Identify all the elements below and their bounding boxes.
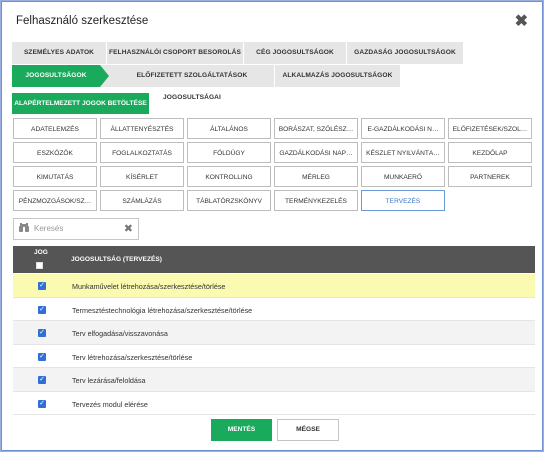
permission-checkbox[interactable]: ✓ bbox=[38, 399, 46, 408]
module-button[interactable]: Adatelemzés bbox=[13, 118, 97, 139]
module-button[interactable]: Eszközök bbox=[13, 142, 97, 163]
permission-label: Terv elfogadása/visszavonása bbox=[72, 329, 168, 338]
load-default-permissions-button[interactable]: Alapértelmezett jogok betöltése bbox=[12, 93, 149, 114]
module-button[interactable]: Gazdálkodási nap… bbox=[274, 142, 358, 163]
module-button[interactable]: Számlázás bbox=[100, 190, 184, 211]
permission-label: Munkaművelet létrehozása/szerkesztése/tö… bbox=[72, 282, 226, 291]
module-button[interactable]: Táblatörzskönyv bbox=[187, 190, 271, 211]
permission-label: Termesztéstechnológia létrehozása/szerke… bbox=[72, 305, 253, 315]
permission-checkbox[interactable]: ✓ bbox=[38, 329, 46, 337]
module-button[interactable]: Borászat, szőlész… bbox=[274, 118, 358, 139]
permission-label: Terv lezárása/feloldása bbox=[72, 376, 146, 385]
module-button-selected[interactable]: Tervezés bbox=[361, 190, 445, 211]
dialog-title: Felhasználó szerkesztése bbox=[16, 15, 149, 27]
save-button[interactable]: Mentés bbox=[211, 419, 272, 441]
tab-permissions[interactable]: Jogosultságok bbox=[12, 65, 109, 87]
table-row: ✓ Termesztéstechnológia létrehozása/szer… bbox=[13, 297, 535, 321]
tab-row-secondary: Jogosultságok Előfizetett szolgáltatások… bbox=[12, 65, 401, 101]
tab-subscribed-services[interactable]: Előfizetett szolgáltatások jogosultságai bbox=[101, 65, 275, 101]
module-button[interactable]: Mérleg bbox=[274, 166, 358, 187]
module-button[interactable]: Készlet nyilvántа… bbox=[361, 142, 445, 163]
cancel-button[interactable]: Mégse bbox=[277, 419, 339, 441]
module-button[interactable]: Munkaerő bbox=[361, 166, 445, 187]
table-row: ✓ Tervezés modul elérése bbox=[13, 391, 535, 415]
search-input[interactable]: Keresés bbox=[34, 224, 63, 233]
module-button[interactable]: E-gazdálkodási n… bbox=[361, 118, 445, 139]
module-button[interactable]: Kimutatás bbox=[13, 166, 97, 187]
permission-checkbox[interactable]: ✓ bbox=[38, 352, 46, 361]
table-row: ✓ Terv lezárása/feloldása bbox=[13, 368, 535, 392]
tab-company-permissions[interactable]: Cég jogosultságok bbox=[244, 42, 347, 64]
module-button[interactable]: Földügy bbox=[187, 142, 271, 163]
search-field[interactable]: Keresés ✖ bbox=[13, 218, 139, 240]
column-permission-header: Jogosultság (Tervezés) bbox=[71, 256, 162, 263]
table-row: ✓ Terv elfogadása/visszavonása bbox=[13, 321, 535, 345]
module-button[interactable]: Kezdőlap bbox=[448, 142, 532, 163]
module-button[interactable]: Foglalkoztatás bbox=[100, 142, 184, 163]
clear-search-icon[interactable]: ✖ bbox=[124, 222, 133, 235]
module-button[interactable]: Állattenyésztés bbox=[100, 118, 184, 139]
module-button[interactable]: Kísérlet bbox=[100, 166, 184, 187]
module-button[interactable]: Kontrolling bbox=[187, 166, 271, 187]
tab-user-group[interactable]: Felhasználói csoport besorolás bbox=[107, 42, 244, 64]
module-grid: Adatelemzés Állattenyésztés Általános Bo… bbox=[13, 118, 535, 211]
module-button[interactable]: Előfizetések/szol… bbox=[448, 118, 532, 139]
module-button[interactable]: Pénzmozgások/sz… bbox=[13, 190, 97, 211]
table-row: ✓ Munkaművelet létrehozása/szerkesztése/… bbox=[13, 274, 535, 298]
permission-label: Terv létrehozása/szerkesztése/törlése bbox=[72, 352, 193, 362]
select-all-checkbox[interactable] bbox=[36, 262, 43, 269]
binoculars-icon bbox=[19, 223, 29, 235]
module-button[interactable]: Terménykezelés bbox=[274, 190, 358, 211]
permission-label: Tervezés modul elérése bbox=[72, 399, 148, 409]
tab-application-permissions[interactable]: Alkalmazás jogosultságok bbox=[275, 65, 401, 87]
edit-user-dialog: Felhasználó szerkesztése ✖ Személyes ada… bbox=[1, 1, 543, 451]
column-jog-header: JOG bbox=[34, 249, 48, 256]
permissions-table-header: JOG Jogosultság (Tervezés) bbox=[13, 246, 535, 273]
tab-row-primary: Személyes adatok Felhasználói csoport be… bbox=[12, 42, 464, 64]
permission-checkbox[interactable]: ✓ bbox=[38, 282, 46, 290]
tab-personal-data[interactable]: Személyes adatok bbox=[12, 42, 107, 64]
permission-checkbox[interactable]: ✓ bbox=[38, 376, 46, 384]
close-icon[interactable]: ✖ bbox=[515, 11, 528, 31]
permissions-table-body: ✓ Munkaművelet létrehozása/szerkesztése/… bbox=[13, 274, 535, 415]
module-button[interactable]: Általános bbox=[187, 118, 271, 139]
table-row: ✓ Terv létrehozása/szerkesztése/törlése bbox=[13, 344, 535, 368]
tab-farm-permissions[interactable]: Gazdaság jogosultságok bbox=[347, 42, 464, 64]
permission-checkbox[interactable]: ✓ bbox=[38, 305, 46, 314]
module-button[interactable]: Partnerek bbox=[448, 166, 532, 187]
